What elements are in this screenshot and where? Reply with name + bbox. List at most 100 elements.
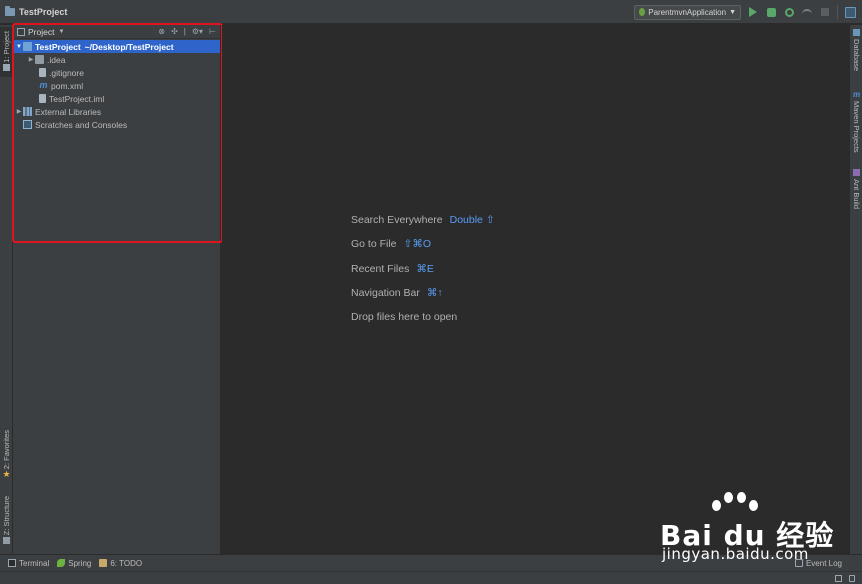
tab-database[interactable]: Database	[850, 29, 862, 71]
tab-maven-projects[interactable]: m Maven Projects	[850, 91, 862, 153]
star-icon: ★	[2, 469, 11, 480]
chevron-down-icon: ▼	[729, 8, 736, 16]
stop-button[interactable]	[819, 6, 831, 18]
file-icon	[39, 68, 46, 77]
hint-drop-files: Drop files here to open	[351, 305, 495, 329]
project-structure-icon	[844, 6, 856, 18]
tab-terminal-label: Terminal	[19, 558, 50, 568]
tab-todo-label: 6: TODO	[110, 558, 143, 568]
folder-icon	[23, 42, 32, 51]
hint-navigation-bar: Navigation Bar ⌘↑	[351, 281, 495, 305]
project-view-selector[interactable]: Project	[28, 27, 54, 37]
left-tool-strip: 1: Project 2: Favorites ★ Z: Structure	[0, 25, 13, 554]
hint-shortcut: ⌘E	[416, 262, 434, 275]
tab-spring[interactable]: Spring	[57, 559, 91, 568]
project-name: TestProject	[19, 6, 68, 17]
tab-todo[interactable]: 6: TODO	[99, 559, 142, 568]
project-tree: ▼ TestProject ~/Desktop/TestProject ▶ .i…	[13, 39, 220, 131]
tree-item-label: pom.xml	[51, 80, 84, 91]
profiler-icon	[802, 8, 812, 16]
maven-icon: m	[853, 90, 861, 99]
debug-button[interactable]	[765, 6, 777, 18]
project-tool-window: Project ▼ ⊗ ✣ | ⚙▾ ⊢ ▼ TestProject ~/Des…	[13, 25, 221, 554]
project-view-icon	[17, 27, 25, 36]
collapse-arrow-icon[interactable]: ▶	[15, 108, 23, 115]
collapse-all-icon[interactable]: ⊗	[158, 27, 165, 36]
hint-label: Go to File	[351, 238, 397, 251]
tree-item-iml[interactable]: TestProject.iml	[13, 92, 220, 105]
tab-ant-label: Ant Build	[852, 179, 861, 210]
tab-ant-build[interactable]: Ant Build	[850, 169, 862, 209]
tree-item-gitignore[interactable]: .gitignore	[13, 66, 220, 79]
tree-item-testproject[interactable]: ▼ TestProject ~/Desktop/TestProject	[13, 40, 220, 53]
hint-label: Navigation Bar	[351, 287, 420, 300]
tree-item-label: Scratches and Consoles	[35, 119, 128, 130]
expand-arrow-icon[interactable]: ▼	[15, 44, 23, 50]
hint-shortcut: ⌘↑	[426, 287, 443, 300]
todo-icon	[99, 559, 108, 567]
tree-item-label: TestProject	[35, 41, 81, 52]
structure-icon	[3, 537, 10, 545]
run-configuration-dropdown[interactable]: ParentmvnApplication ▼	[634, 4, 741, 20]
status-bar	[0, 571, 862, 584]
tab-structure[interactable]: Z: Structure	[0, 493, 13, 549]
hint-go-to-file: Go to File ⇧⌘O	[351, 232, 495, 256]
navigation-bar: TestProject ParentmvnApplication ▼	[0, 0, 862, 24]
run-button[interactable]	[747, 6, 759, 18]
separator-icon: |	[183, 26, 186, 36]
hint-label: Search Everywhere	[351, 214, 443, 227]
git-icon[interactable]	[835, 575, 842, 582]
database-icon	[853, 29, 860, 36]
event-log-icon	[794, 559, 803, 567]
play-icon	[749, 7, 757, 17]
tab-database-label: Database	[852, 39, 861, 72]
tree-item-pom[interactable]: m pom.xml	[13, 79, 220, 92]
bug-icon	[766, 7, 776, 17]
hint-shortcut: ⇧⌘O	[403, 238, 431, 251]
panel-tools: ⊗ ✣ | ⚙▾ ⊢	[158, 26, 216, 36]
tab-favorites[interactable]: 2: Favorites ★	[0, 425, 13, 485]
library-icon	[23, 107, 32, 116]
tab-structure-label: Z: Structure	[2, 495, 11, 536]
hide-panel-icon[interactable]: ⊢	[209, 27, 216, 36]
tree-item-label: .idea	[47, 54, 66, 65]
hint-label: Drop files here to open	[351, 311, 458, 324]
hint-label: Recent Files	[351, 262, 410, 275]
spring-boot-icon	[639, 8, 646, 16]
editor-area[interactable]: Search Everywhere Double ⇧ Go to File ⇧⌘…	[222, 25, 849, 554]
chevron-down-icon[interactable]: ▼	[58, 29, 64, 35]
coverage-button[interactable]	[783, 6, 795, 18]
right-tool-strip: Database m Maven Projects Ant Build	[849, 25, 862, 554]
tree-item-path: ~/Desktop/TestProject	[84, 41, 174, 52]
tree-item-label: .gitignore	[49, 67, 84, 78]
breadcrumb-project[interactable]: TestProject	[0, 5, 68, 17]
bottom-tool-bar: Terminal Spring 6: TODO Event Log	[0, 554, 862, 571]
collapse-arrow-icon[interactable]: ▶	[27, 56, 35, 63]
tree-item-idea[interactable]: ▶ .idea	[13, 53, 220, 66]
coverage-icon	[784, 7, 794, 17]
lock-icon[interactable]	[849, 575, 855, 582]
folder-icon	[5, 5, 15, 16]
folder-icon	[35, 55, 44, 64]
tab-project[interactable]: 1: Project	[0, 27, 13, 77]
terminal-icon	[8, 559, 16, 567]
profile-button[interactable]	[801, 6, 813, 18]
tab-event-log[interactable]: Event Log	[794, 558, 842, 568]
tab-terminal[interactable]: Terminal	[8, 559, 49, 568]
hint-search-everywhere: Search Everywhere Double ⇧	[351, 208, 495, 232]
gear-icon[interactable]: ⚙▾	[192, 27, 203, 36]
module-file-icon	[39, 94, 46, 103]
tree-item-external-libraries[interactable]: ▶ External Libraries	[13, 105, 220, 118]
spring-icon	[57, 559, 66, 567]
tree-item-scratches[interactable]: Scratches and Consoles	[13, 118, 220, 131]
empty-editor-hints: Search Everywhere Double ⇧ Go to File ⇧⌘…	[351, 208, 495, 329]
tab-favorites-label: 2: Favorites	[2, 429, 11, 470]
stop-icon	[821, 8, 829, 16]
tab-event-log-label: Event Log	[805, 558, 842, 568]
scroll-from-source-icon[interactable]: ✣	[171, 27, 178, 36]
hint-shortcut: Double ⇧	[449, 214, 495, 227]
tab-maven-label: Maven Projects	[852, 101, 861, 153]
project-panel-header: Project ▼ ⊗ ✣ | ⚙▾ ⊢	[13, 25, 220, 39]
tab-project-label: 1: Project	[2, 30, 11, 63]
project-structure-button[interactable]	[844, 6, 856, 18]
